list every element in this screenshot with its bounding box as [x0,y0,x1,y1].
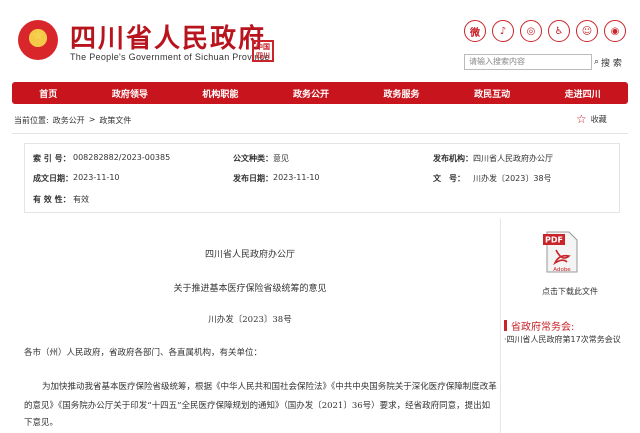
adobe-text: Adobe [553,267,571,273]
published-label: 发布日期： [233,174,273,183]
validity-label: 有 效 性： [33,195,71,204]
star-icon: ☆ [576,112,587,126]
tiktok-icon[interactable]: ♪ [492,20,514,42]
search-input[interactable]: 请输入搜索内容 [464,54,592,70]
nav-item-functions[interactable]: 机构职能 [196,87,244,100]
index-value: 008282882/2023-00385 [73,153,171,162]
section-item-link[interactable]: ·四川省人民政府第17次常务会议 [504,334,621,345]
docno-label: 文 号： [433,174,465,183]
download-file-link[interactable]: 点击下载此文件 [500,286,640,297]
breadcrumb-item-policy[interactable]: 政策文件 [99,115,131,126]
weibo-icon[interactable]: 微 [464,20,486,42]
section-bar [504,320,507,331]
search-icon: ⌕ [594,57,600,67]
document-paragraph-line: 下意见。 [24,418,59,428]
created-value: 2023-11-10 [73,173,120,182]
category-label: 公文种类： [233,154,273,163]
document-salutation: 各市（州）人民政府，省政府各部门、各直属机构，有关单位： [24,348,263,358]
accessibility-icon[interactable]: ♿ [548,20,570,42]
main-nav: 首页 政府领导 机构职能 政务公开 政务服务 政民互动 走进四川 [12,82,628,104]
nav-item-services[interactable]: 政务服务 [378,87,426,100]
document-paragraph-line: 为加快推动我省基本医疗保险省级统筹，根据《中华人民共和国社会保险法》《中共中央国… [42,382,497,392]
favorite-label: 收藏 [590,114,607,124]
header-icon-bar: 微 ♪ ◎ ♿ ☺ ◉ [464,20,626,42]
pdf-text: PDF [545,236,563,245]
docno-value: 川办发〔2023〕38号 [473,174,552,183]
nav-item-home[interactable]: 首页 [33,87,63,100]
site-subtitle: The People's Government of Sichuan Provi… [70,52,270,62]
index-label: 索 引 号： [33,154,71,163]
created-label: 成文日期： [33,174,73,183]
section-title-text: 省政府常务会: [511,322,575,333]
breadcrumb: 当前位置: 政务公开 > 政策文件 [14,115,131,126]
nav-item-interaction[interactable]: 政民互动 [468,87,516,100]
document-org: 四川省人民政府办公厅 [204,250,295,260]
wechat-icon[interactable]: ◎ [520,20,542,42]
nav-item-open-affairs[interactable]: 政务公开 [287,87,335,100]
category-value: 意见 [273,154,289,163]
site-title[interactable]: 四川省人民政府 [70,18,266,55]
breadcrumb-item-open-affairs[interactable]: 政务公开 [53,115,85,126]
site-header: 四川省人民政府 The People's Government of Sichu… [0,0,640,78]
nav-item-sichuan[interactable]: 走进四川 [559,87,607,100]
pdf-file-icon[interactable]: PDF Adobe [543,230,579,274]
breadcrumb-sep: > [88,115,96,124]
seal-stamp: 中国 四川 [252,40,274,62]
search-button-label: 搜 索 [601,58,622,69]
content-divider [500,218,501,433]
validity-value: 有效 [73,195,89,204]
user-icon[interactable]: ◉ [604,20,626,42]
elderly-icon[interactable]: ☺ [576,20,598,42]
document-number: 川办发〔2023〕38号 [208,315,292,325]
document-title: 关于推进基本医疗保险省级统筹的意见 [173,284,327,294]
search-button[interactable]: ⌕ 搜 索 [594,54,622,70]
section-title: 省政府常务会: [504,318,574,333]
issuer-value: 四川省人民政府办公厅 [473,154,553,163]
national-emblem-icon [18,20,58,60]
favorite-button[interactable]: ☆ 收藏 [576,112,607,126]
header-divider [12,133,628,134]
issuer-label: 发布机构： [433,154,473,163]
nav-item-leaders[interactable]: 政府领导 [106,87,154,100]
breadcrumb-prefix: 当前位置: [14,116,49,125]
document-info-table: 索 引 号： 008282882/2023-00385 公文种类： 意见 发布机… [24,143,620,213]
published-value: 2023-11-10 [273,173,320,182]
